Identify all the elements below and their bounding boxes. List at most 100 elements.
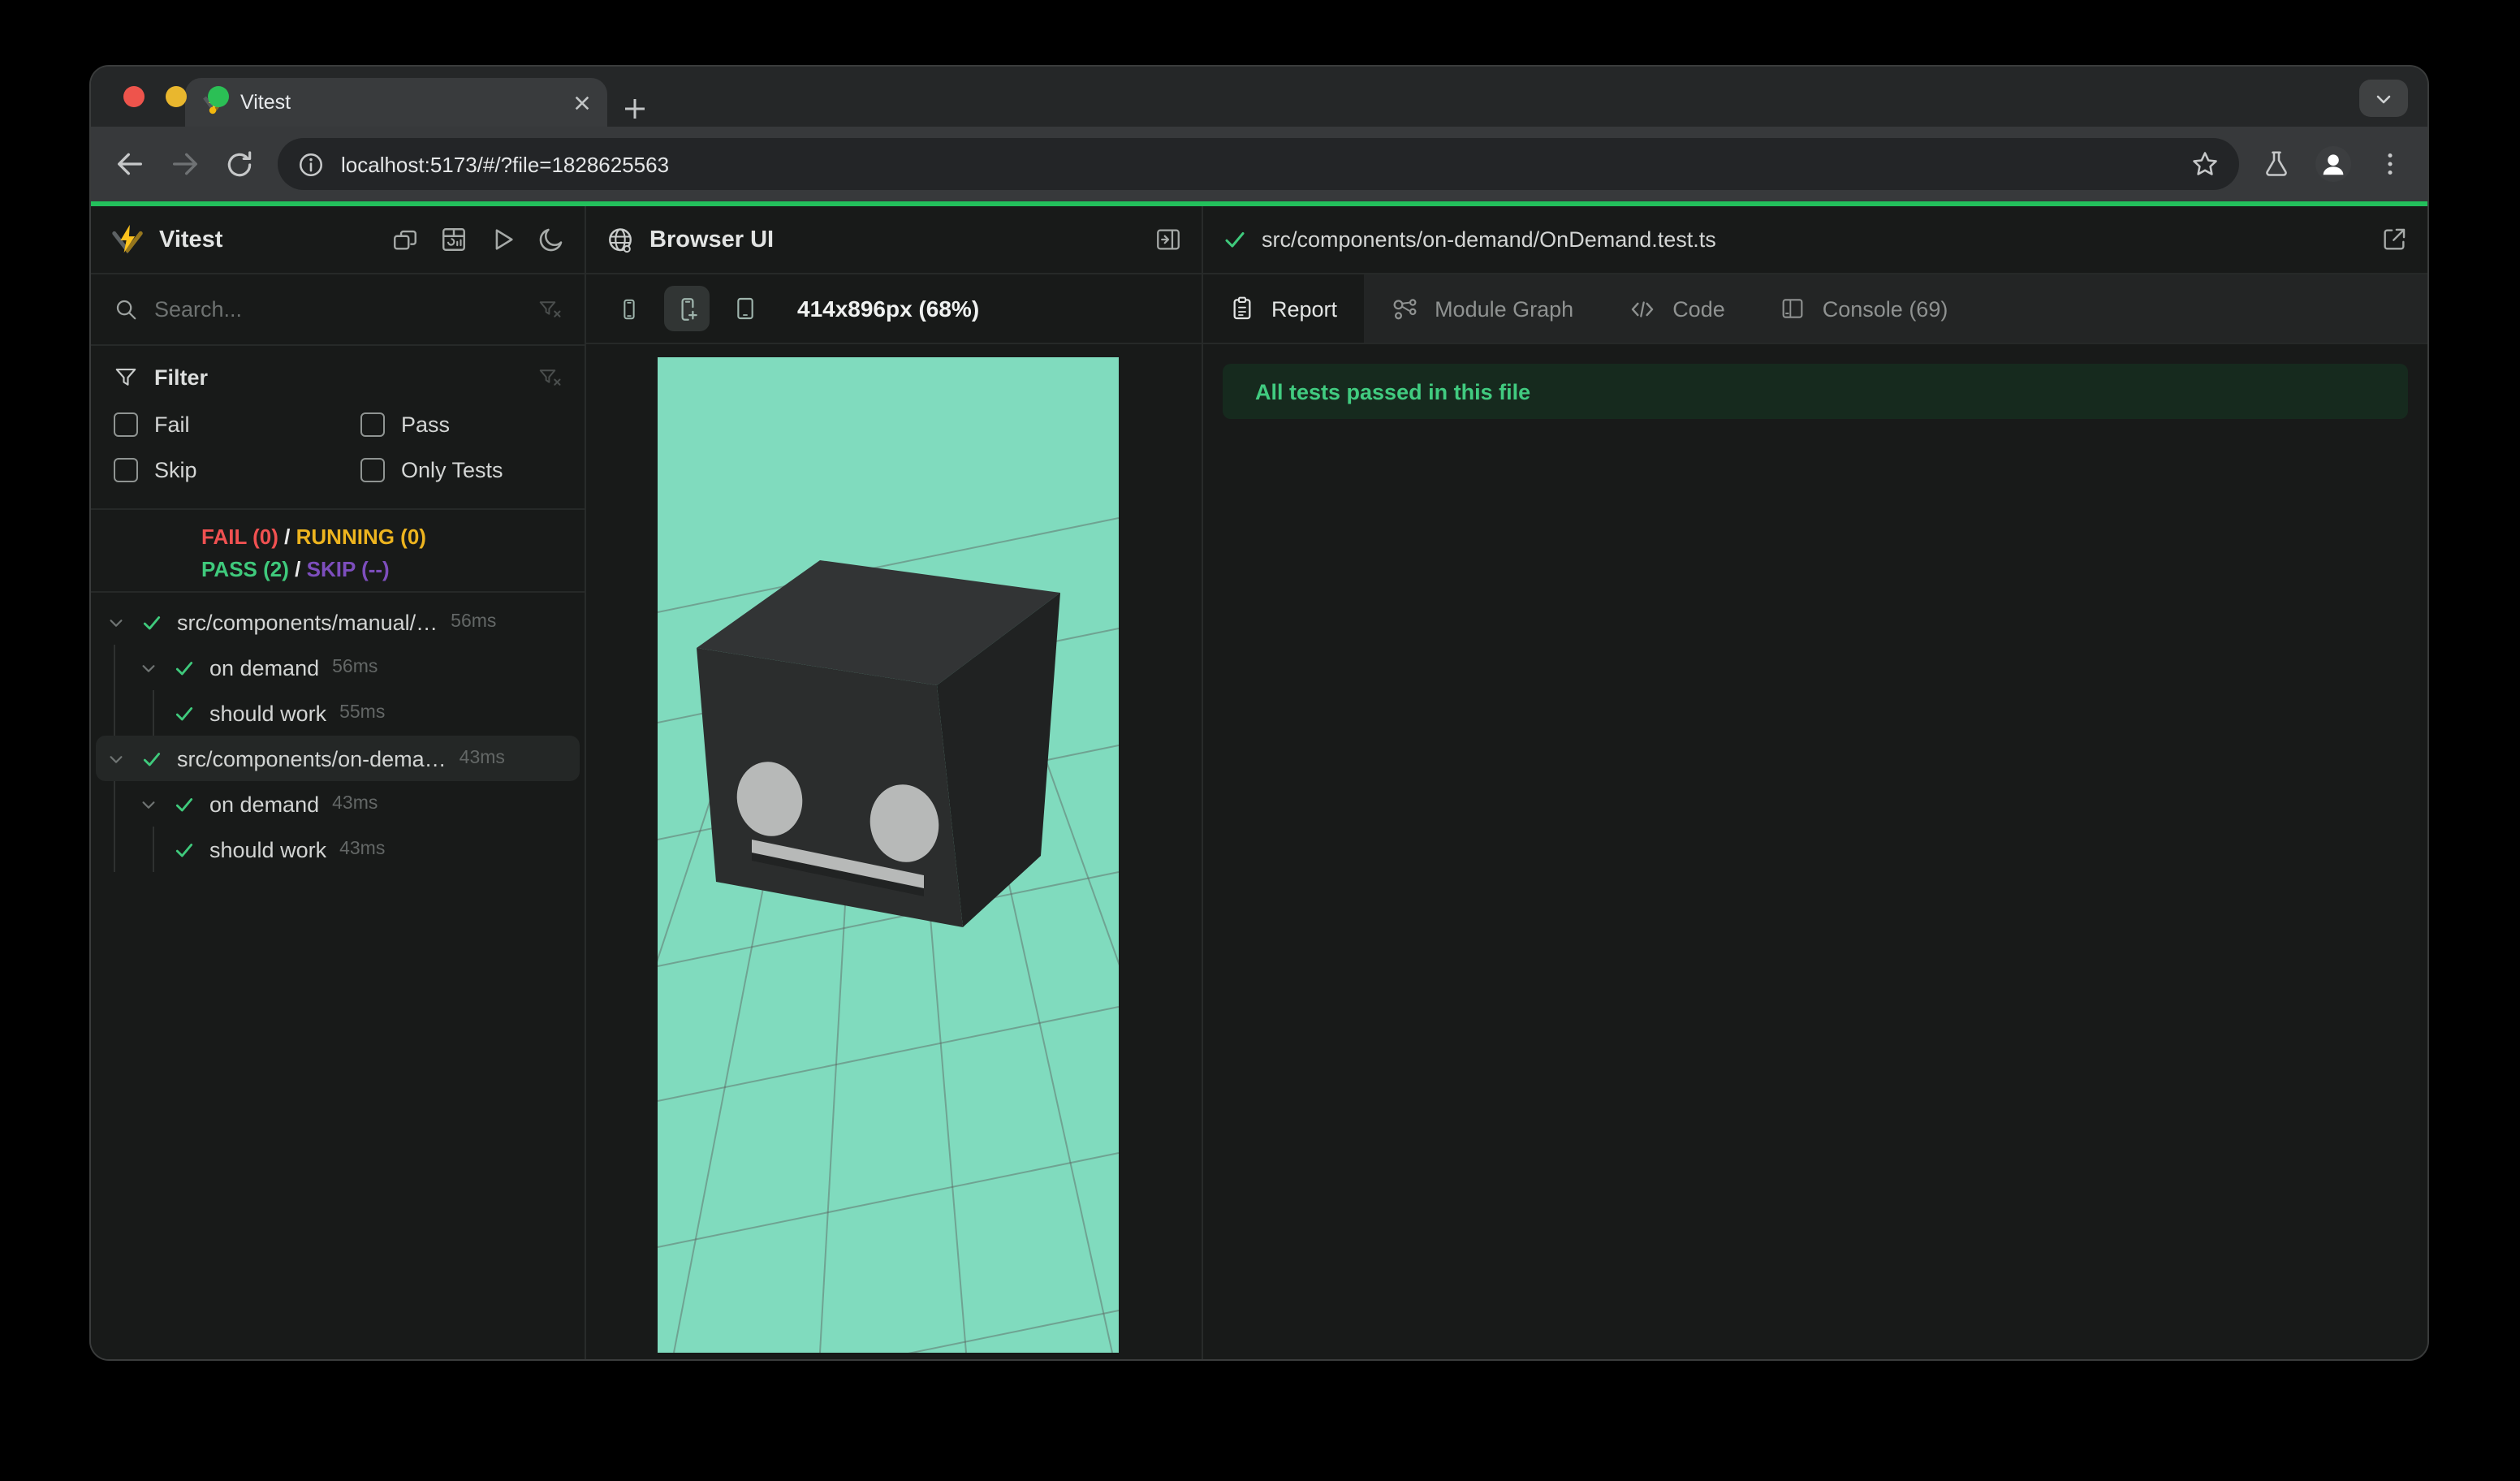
filter-checkbox-pass[interactable]: Pass	[360, 401, 562, 447]
back-button[interactable]	[114, 148, 146, 180]
browser-ui-panel: Browser UI 414x896px (68%)	[586, 206, 1203, 1359]
funnel-icon	[114, 365, 138, 389]
report-overview-icon[interactable]	[440, 226, 468, 253]
filter-checkbox-skip[interactable]: Skip	[114, 447, 360, 492]
browser-menu-kebab-icon[interactable]	[2375, 149, 2405, 179]
running-count: RUNNING (0)	[296, 525, 426, 549]
close-tab-icon[interactable]	[573, 93, 591, 111]
pass-count: PASS (2)	[201, 557, 289, 581]
module-graph-icon	[1391, 295, 1418, 322]
test-summary: FAIL (0) / RUNNING (0) PASS (2) / SKIP (…	[91, 510, 585, 593]
tested-app-viewport[interactable]	[658, 357, 1119, 1353]
filter-section: Filter Fail Pass Skip Only Tests	[91, 346, 585, 510]
tab-code[interactable]: Code	[1601, 274, 1753, 343]
tree-row-suite[interactable]: on demand 43ms	[96, 781, 580, 827]
search-icon	[114, 297, 138, 322]
chevron-down-icon[interactable]	[135, 658, 161, 676]
browser-tab[interactable]: Vitest	[185, 78, 607, 127]
checkbox-icon[interactable]	[360, 457, 385, 481]
report-tabs: Report Module Graph Code Console (69)	[1203, 274, 2427, 344]
window-controls	[123, 67, 229, 127]
vitest-logo-icon	[110, 222, 145, 257]
bookmark-star-icon[interactable]	[2190, 149, 2220, 179]
console-icon	[1780, 296, 1806, 322]
experiments-flask-icon[interactable]	[2262, 149, 2291, 179]
browser-ui-title: Browser UI	[649, 227, 775, 253]
browser-ui-header: Browser UI	[586, 206, 1202, 274]
pass-check-icon	[170, 657, 196, 678]
minimize-window-button[interactable]	[166, 86, 187, 107]
search-input[interactable]: Search...	[154, 297, 521, 322]
filter-checkbox-only-tests[interactable]: Only Tests	[360, 447, 562, 492]
tab-console[interactable]: Console (69)	[1753, 274, 1976, 343]
tree-row-suite[interactable]: on demand 56ms	[96, 645, 580, 690]
pass-check-icon	[170, 793, 196, 814]
forward-button[interactable]	[169, 148, 201, 180]
tab-module-graph[interactable]: Module Graph	[1363, 274, 1601, 343]
tab-report[interactable]: Report	[1203, 274, 1364, 343]
clear-filters-icon[interactable]	[537, 365, 562, 389]
site-info-icon[interactable]	[297, 150, 325, 178]
profile-avatar[interactable]	[2314, 145, 2353, 184]
device-toolbar: 414x896px (68%)	[586, 274, 1202, 344]
tab-search-button[interactable]	[2359, 80, 2408, 117]
tree-row-test[interactable]: should work 55ms	[96, 690, 580, 736]
file-path: src/components/on-demand/OnDemand.test.t…	[1262, 227, 1716, 252]
url-text[interactable]: localhost:5173/#/?file=1828625563	[341, 152, 2174, 176]
checkbox-icon[interactable]	[114, 457, 138, 481]
summary-line-2: PASS (2) / SKIP (--)	[201, 557, 390, 581]
tree-row-file[interactable]: src/components/manual/… 56ms	[96, 599, 580, 645]
report-content: All tests passed in this file	[1203, 344, 2427, 1359]
browser-toolbar: localhost:5173/#/?file=1828625563	[91, 127, 2427, 201]
code-icon	[1629, 295, 1656, 322]
reload-button[interactable]	[224, 149, 255, 179]
summary-line-1: FAIL (0) / RUNNING (0)	[201, 525, 426, 549]
pass-check-icon	[138, 748, 164, 769]
dark-mode-moon-icon[interactable]	[537, 226, 565, 253]
pass-check-icon	[170, 839, 196, 860]
device-small-phone-button[interactable]	[606, 286, 651, 331]
skip-count: SKIP (--)	[306, 557, 390, 581]
checkbox-icon[interactable]	[360, 412, 385, 436]
search-row: Search...	[91, 274, 585, 346]
vitest-ui: Vitest Search... Filter Fail Pass Skip O…	[91, 206, 2427, 1359]
new-tab-button[interactable]	[624, 97, 646, 120]
device-tablet-button[interactable]	[723, 286, 768, 331]
filter-checkbox-fail[interactable]: Fail	[114, 401, 360, 447]
zoom-window-button[interactable]	[208, 86, 229, 107]
open-panel-right-icon[interactable]	[1154, 226, 1182, 253]
fail-count: FAIL (0)	[201, 525, 278, 549]
report-panel: src/components/on-demand/OnDemand.test.t…	[1203, 206, 2427, 1359]
device-phone-plus-button[interactable]	[664, 286, 710, 331]
file-pass-check-icon	[1223, 227, 1247, 252]
checkbox-icon[interactable]	[114, 412, 138, 436]
filter-title: Filter	[154, 365, 209, 389]
chevron-down-icon[interactable]	[102, 613, 128, 631]
globe-icon	[606, 225, 635, 254]
pass-check-icon	[170, 702, 196, 723]
clear-search-filter-icon[interactable]	[537, 297, 562, 322]
tab-title: Vitest	[240, 91, 291, 114]
chevron-down-icon[interactable]	[102, 749, 128, 767]
sidebar-header: Vitest	[91, 206, 585, 274]
run-all-icon[interactable]	[489, 226, 516, 253]
clipboard-icon	[1229, 296, 1255, 322]
tree-row-test[interactable]: should work 43ms	[96, 827, 580, 872]
browser-window: Vitest localhost:5173/#/?file=1828625563…	[91, 67, 2427, 1359]
viewport-size-label: 414x896px (68%)	[797, 296, 980, 322]
tree-row-file-selected[interactable]: src/components/on-dema… 43ms	[96, 736, 580, 781]
app-title: Vitest	[159, 227, 223, 253]
address-bar[interactable]: localhost:5173/#/?file=1828625563	[278, 138, 2239, 190]
all-tests-passed-banner: All tests passed in this file	[1223, 364, 2408, 419]
file-header: src/components/on-demand/OnDemand.test.t…	[1203, 206, 2427, 274]
open-external-icon[interactable]	[2380, 226, 2408, 253]
tab-strip: Vitest	[91, 67, 2427, 127]
robot-cube	[697, 560, 1060, 927]
dashboard-icon[interactable]	[391, 226, 419, 253]
chevron-down-icon[interactable]	[135, 795, 161, 813]
sidebar: Vitest Search... Filter Fail Pass Skip O…	[91, 206, 586, 1359]
close-window-button[interactable]	[123, 86, 145, 107]
pass-check-icon	[138, 611, 164, 633]
test-tree: src/components/manual/… 56ms on demand 5…	[91, 593, 585, 1359]
screen: Vitest localhost:5173/#/?file=1828625563…	[0, 0, 2520, 1481]
